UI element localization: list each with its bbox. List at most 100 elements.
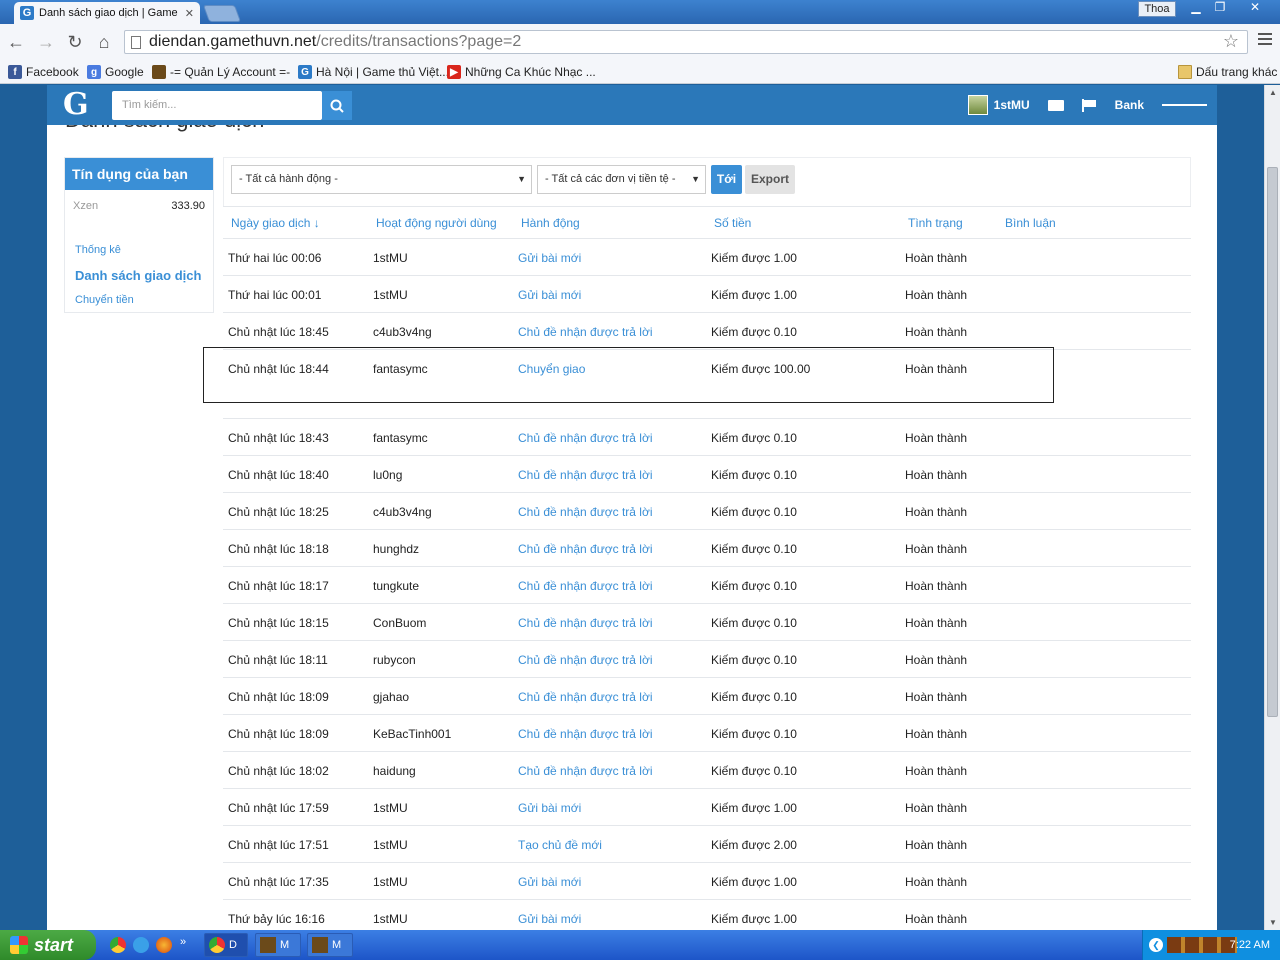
cell-action[interactable]: Chủ đề nhận được trả lời	[518, 690, 653, 704]
cell-amount: Kiếm được 0.10	[711, 727, 797, 741]
chrome-quicklaunch-icon[interactable]	[110, 937, 126, 953]
bookmark-facebook[interactable]: f Facebook	[8, 63, 79, 81]
col-amount[interactable]: Số tiền	[714, 216, 751, 230]
col-status[interactable]: Tình trạng	[908, 216, 963, 230]
scroll-up-icon[interactable]: ▲	[1269, 88, 1277, 97]
bookmark-star-icon[interactable]: ☆	[1223, 31, 1239, 52]
cell-action[interactable]: Chủ đề nhận được trả lời	[518, 468, 653, 482]
cell-status: Hoàn thành	[905, 542, 968, 556]
search-input[interactable]: Tìm kiếm...	[112, 91, 322, 120]
cell-action[interactable]: Chủ đề nhận được trả lời	[518, 325, 653, 339]
cell-action[interactable]: Chủ đề nhận được trả lời	[518, 727, 653, 741]
cell-amount: Kiếm được 0.10	[711, 764, 797, 778]
cell-date: Chủ nhật lúc 17:59	[228, 801, 329, 815]
start-label: start	[34, 934, 74, 955]
user-menu[interactable]: 1stMU	[967, 95, 1030, 115]
go-button[interactable]: Tới	[711, 165, 742, 194]
quicklaunch-overflow-icon[interactable]: »	[180, 936, 186, 948]
bookmark-account-manager[interactable]: -= Quản Lý Account =-	[152, 63, 290, 81]
cell-action[interactable]: Chủ đề nhận được trả lời	[518, 653, 653, 667]
bookmark-youtube[interactable]: ▶ Những Ca Khúc Nhạc ...	[447, 63, 596, 81]
scrollbar-thumb[interactable]	[1267, 167, 1278, 717]
other-bookmarks[interactable]: Dấu trang khác	[1178, 63, 1277, 81]
sidebar-item-transactions[interactable]: Danh sách giao dịch	[75, 268, 201, 283]
system-tray: ❮ 7:22 AM	[1142, 930, 1280, 960]
taskbar-button-chrome[interactable]: D	[204, 933, 248, 957]
cell-user: c4ub3v4ng	[373, 505, 432, 519]
tray-app-icons[interactable]	[1167, 937, 1237, 953]
cell-action[interactable]: Chủ đề nhận được trả lời	[518, 505, 653, 519]
reload-icon[interactable]: ↻	[65, 32, 85, 52]
cell-user: hunghdz	[373, 542, 420, 556]
bookmark-gamethuvn[interactable]: G Hà Nội | Game thủ Việt...	[298, 63, 449, 81]
cell-action[interactable]: Chủ đề nhận được trả lời	[518, 579, 653, 593]
vertical-scrollbar[interactable]: ▲ ▼	[1264, 85, 1280, 930]
table-row: Chủ nhật lúc 18:43 fantasymc Chủ đề nhận đ…	[223, 419, 1191, 456]
back-icon[interactable]: ←	[6, 32, 26, 52]
cell-action[interactable]: Chủ đề nhận được trả lời	[518, 431, 653, 445]
cell-user: 1stMU	[373, 251, 408, 265]
cell-action[interactable]: Chủ đề nhận được trả lời	[518, 542, 653, 556]
new-tab-button[interactable]	[202, 5, 242, 22]
minimize-icon[interactable]: ▁	[1184, 0, 1208, 17]
browser-tab-active[interactable]: G Danh sách giao dịch | Game ✕	[14, 2, 200, 24]
firefox-quicklaunch-icon[interactable]	[156, 937, 172, 953]
cell-action[interactable]: Gửi bài mới	[518, 912, 581, 926]
cell-status: Hoàn thành	[905, 325, 968, 339]
cell-action[interactable]: Chủ đề nhận được trả lời	[518, 616, 653, 630]
cell-action[interactable]: Gửi bài mới	[518, 288, 581, 302]
ie-quicklaunch-icon[interactable]	[133, 937, 149, 953]
hamburger-menu-icon[interactable]	[1162, 101, 1207, 109]
search-button[interactable]	[322, 91, 352, 120]
cell-user: 1stMU	[373, 288, 408, 302]
forward-icon[interactable]: →	[36, 32, 56, 52]
home-icon[interactable]: ⌂	[94, 32, 114, 52]
cell-amount: Kiếm được 0.10	[711, 690, 797, 704]
page-viewport: Danh sách giao dịch G Tìm kiếm... 1stMU …	[0, 85, 1264, 930]
bookmark-google[interactable]: g Google	[87, 63, 144, 81]
taskbar-button-label: D	[229, 939, 237, 951]
cell-action[interactable]: Gửi bài mới	[518, 875, 581, 889]
taskbar-button-label: M	[280, 939, 290, 951]
taskbar-button-mu-2[interactable]: M	[307, 933, 353, 957]
cell-date: Thứ bảy lúc 16:16	[228, 912, 325, 926]
export-button[interactable]: Export	[745, 165, 795, 194]
address-bar[interactable]: diendan.gamethuvn.net/credits/transactio…	[124, 30, 1248, 54]
table-row: Chủ nhật lúc 18:40 lu0ng Chủ đề nhận được …	[223, 456, 1191, 493]
sidebar-item-transfer[interactable]: Chuyển tiền	[75, 294, 134, 306]
cell-date: Chủ nhật lúc 18:17	[228, 579, 329, 593]
restore-icon[interactable]: ❐	[1208, 0, 1232, 17]
cell-action[interactable]: Chủ đề nhận được trả lời	[518, 764, 653, 778]
start-button[interactable]: start	[0, 930, 96, 960]
cell-action[interactable]: Gửi bài mới	[518, 251, 581, 265]
bank-link[interactable]: Bank	[1115, 98, 1144, 112]
tab-close-icon[interactable]: ✕	[185, 7, 194, 20]
cell-amount: Kiếm được 0.10	[711, 616, 797, 630]
col-user[interactable]: Hoạt động người dùng	[376, 216, 497, 230]
action-select[interactable]: - Tất cả hành động - ▼	[231, 165, 532, 194]
col-action[interactable]: Hành động	[521, 216, 580, 230]
tray-expand-icon[interactable]: ❮	[1149, 938, 1163, 952]
browser-menu-icon[interactable]	[1258, 33, 1272, 48]
scroll-down-icon[interactable]: ▼	[1269, 918, 1277, 927]
close-window-icon[interactable]: ✕	[1240, 0, 1270, 17]
currency-select[interactable]: - Tất cả các đơn vị tiền tệ - ▼	[537, 165, 706, 194]
table-row: Chủ nhật lúc 18:11 rubycon Chủ đề nhận đượ…	[223, 641, 1191, 678]
site-logo[interactable]: G	[63, 87, 89, 122]
cell-action[interactable]: Gửi bài mới	[518, 801, 581, 815]
sidebar-item-statistics[interactable]: Thống kê	[75, 244, 121, 256]
window-user-badge[interactable]: Thoa	[1138, 1, 1176, 17]
cell-status: Hoàn thành	[905, 727, 968, 741]
inbox-button[interactable]	[1047, 99, 1064, 111]
cell-user: KeBacTinh001	[373, 727, 452, 741]
col-comment[interactable]: Bình luận	[1005, 216, 1056, 230]
cell-status: Hoàn thành	[905, 801, 968, 815]
cell-amount: Kiếm được 1.00	[711, 288, 797, 302]
cell-action[interactable]: Tạo chủ đề mới	[518, 838, 602, 852]
cell-date: Chủ nhật lúc 18:02	[228, 764, 329, 778]
taskbar-button-mu-1[interactable]: M	[255, 933, 301, 957]
cell-amount: Kiếm được 0.10	[711, 653, 797, 667]
cell-date: Chủ nhật lúc 18:18	[228, 542, 329, 556]
col-date[interactable]: Ngày giao dịch ↓	[231, 216, 320, 230]
alerts-button[interactable]	[1081, 98, 1097, 112]
